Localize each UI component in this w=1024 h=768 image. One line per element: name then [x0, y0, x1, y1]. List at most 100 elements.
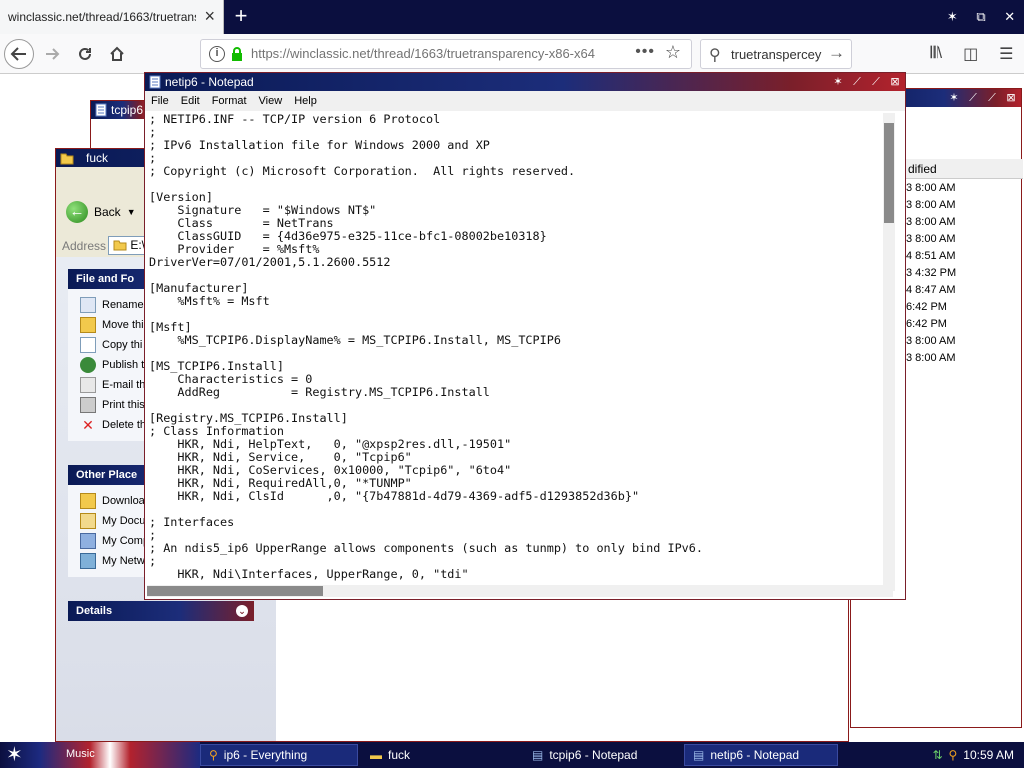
close-icon[interactable]: ⊠ — [887, 75, 903, 89]
notepad-line — [149, 269, 893, 282]
date-cell: 3 8:00 AM — [906, 233, 956, 245]
restore-icon[interactable]: ⟋ — [984, 91, 1000, 105]
task-label: E-mail th — [102, 379, 146, 391]
sidebar-icon[interactable]: ◫ — [963, 44, 978, 64]
computer-icon — [80, 533, 96, 549]
folder-icon — [80, 493, 96, 509]
search-go-icon[interactable]: → — [828, 43, 845, 63]
menu-edit[interactable]: Edit — [181, 91, 200, 111]
taskbar-button-everything[interactable]: ⚲ ip6 - Everything — [200, 744, 358, 766]
browser-tab-strip: winclassic.net/thread/1663/truetransp × … — [0, 0, 1024, 34]
maximize-icon[interactable]: ⟋ — [849, 75, 865, 89]
dropdown-arrow-icon[interactable]: ▼ — [127, 207, 136, 217]
close-icon[interactable]: ⊠ — [1003, 91, 1019, 105]
tcpip6-titlebar[interactable]: tcpip6 — [91, 101, 149, 119]
date-cell: 3 4:32 PM — [906, 267, 957, 279]
date-cell: 6:42 PM — [906, 318, 947, 330]
notepad-line: ; An ndis5_ip6 UpperRange allows compone… — [149, 541, 703, 555]
notepad-line: HKR, Ndi, ClsId ,0, "{7b47881d-4d79-4369… — [149, 489, 640, 503]
forward-button[interactable] — [38, 39, 68, 69]
my-documents-icon — [80, 513, 96, 529]
explorer-title: fuck — [86, 151, 109, 165]
date-modified-column-header[interactable]: dified — [906, 159, 1023, 179]
search-tray-icon[interactable]: ⚲ — [949, 748, 958, 762]
search-box[interactable]: ⚲ truetranspercey → — [700, 39, 852, 69]
reload-button[interactable] — [70, 39, 100, 69]
other-places-title: Other Place — [76, 469, 138, 481]
info-icon[interactable]: i — [209, 46, 225, 62]
library-icon[interactable]: 𝄃𝄃\ — [930, 45, 942, 63]
address-label: Address — [62, 239, 107, 253]
date-cell: 3 8:00 AM — [906, 182, 956, 194]
taskbar-button-netip6[interactable]: ▤ netip6 - Notepad — [684, 744, 838, 766]
notepad-window-controls: ✶ ⟋ ⟋ ⊠ — [830, 73, 903, 91]
home-button[interactable] — [102, 39, 132, 69]
back-arrow-icon: ← — [66, 201, 88, 223]
url-bar[interactable]: i https://winclassic.net/thread/1663/tru… — [200, 39, 692, 69]
browser-tab[interactable]: winclassic.net/thread/1663/truetransp × — [0, 0, 224, 34]
notepad-icon: ▤ — [532, 748, 544, 762]
menu-help[interactable]: Help — [294, 91, 317, 111]
task-label: Delete th — [102, 419, 147, 431]
email-icon — [80, 377, 96, 393]
place-label: My Netw — [102, 555, 145, 567]
scroll-thumb[interactable] — [884, 123, 894, 223]
browser-toolbar: i https://winclassic.net/thread/1663/tru… — [0, 34, 1024, 74]
close-icon[interactable]: ✕ — [1001, 9, 1019, 25]
back-button[interactable] — [4, 39, 34, 69]
arrow-left-icon — [10, 47, 26, 61]
minimize-icon[interactable]: ✶ — [946, 91, 962, 105]
tcpip6-window[interactable]: tcpip6 — [90, 100, 150, 152]
taskbar-button-tcpip6[interactable]: ▤ tcpip6 - Notepad — [524, 744, 682, 766]
notepad-content: ; NETIP6.INF -- TCP/IP version 6 Protoco… — [147, 113, 893, 581]
place-label: Downloa — [102, 495, 145, 507]
taskbar-button-explorer[interactable]: ▬ fuck — [362, 744, 520, 766]
date-cell: 3 8:00 AM — [906, 216, 956, 228]
copy-icon — [80, 337, 96, 353]
everything-window-controls: ✶ ⟋ ⟋ ⊠ — [946, 89, 1019, 107]
tab-close-icon[interactable]: × — [204, 7, 215, 25]
notepad-line: ; NETIP6.INF -- TCP/IP version 6 Protoco… — [149, 113, 441, 126]
date-cell: 3 8:00 AM — [906, 335, 956, 347]
menu-view[interactable]: View — [259, 91, 283, 111]
bookmark-star-icon[interactable]: ☆ — [665, 42, 681, 63]
notepad-titlebar[interactable]: netip6 - Notepad ✶ ⟋ ⟋ ⊠ — [145, 73, 905, 91]
vertical-scrollbar[interactable] — [883, 113, 895, 591]
folder-icon: ▬ — [370, 748, 382, 762]
task-label: Rename — [102, 299, 144, 311]
place-label: My Comp — [102, 535, 150, 547]
hamburger-menu-icon[interactable]: ☰ — [999, 44, 1013, 64]
menu-format[interactable]: Format — [212, 91, 247, 111]
tcpip6-title: tcpip6 — [111, 103, 144, 117]
scroll-thumb[interactable] — [147, 586, 323, 596]
delete-icon: ✕ — [82, 417, 94, 433]
toolbar-icons: 𝄃𝄃\ ◫ ☰ — [920, 39, 1024, 69]
restore-icon[interactable]: ⧉ — [972, 9, 990, 25]
start-button[interactable]: ✶ Music — [0, 742, 200, 768]
horizontal-scrollbar[interactable] — [147, 585, 893, 597]
browser-window-controls: ✶ ⧉ ✕ — [938, 0, 1024, 34]
minimize-icon[interactable]: ✶ — [830, 75, 846, 89]
taskbar: ✶ Music ⚲ ip6 - Everything ▬ fuck ▤ tcpi… — [0, 742, 1024, 768]
task-label: Move thi — [102, 319, 144, 331]
clock[interactable]: 10:59 AM — [963, 748, 1014, 762]
maximize-icon[interactable]: ⟋ — [965, 91, 981, 105]
notepad-window[interactable]: netip6 - Notepad ✶ ⟋ ⟋ ⊠ File Edit Forma… — [144, 72, 906, 600]
page-actions-icon[interactable]: ••• — [635, 43, 655, 61]
folder-icon — [113, 240, 127, 251]
system-tray: ⇅ ⚲ 10:59 AM — [914, 742, 1024, 768]
taskbar-button-label: fuck — [388, 748, 411, 762]
details-title: Details — [76, 605, 113, 617]
date-cell: 4 8:51 AM — [906, 250, 956, 262]
notepad-text-area[interactable]: ; NETIP6.INF -- TCP/IP version 6 Protoco… — [147, 113, 893, 657]
notepad-icon — [95, 103, 107, 117]
date-cell: 3 8:00 AM — [906, 199, 956, 211]
lock-icon — [232, 47, 242, 61]
menu-file[interactable]: File — [151, 91, 169, 111]
new-tab-button[interactable]: + — [230, 4, 252, 28]
restore-icon[interactable]: ⟋ — [868, 75, 884, 89]
minimize-icon[interactable]: ✶ — [943, 9, 961, 25]
explorer-back-button[interactable]: ← Back ▼ — [66, 201, 136, 223]
network-tray-icon[interactable]: ⇅ — [932, 748, 942, 762]
date-cell: 4 8:47 AM — [906, 284, 956, 296]
